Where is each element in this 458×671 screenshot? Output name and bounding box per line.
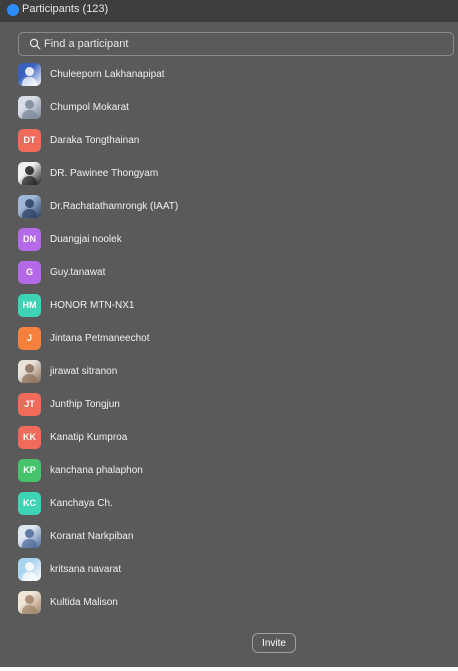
- participant-row[interactable]: J Jintana Petmaneechot: [0, 323, 458, 356]
- avatar-silhouette-icon: [25, 199, 34, 208]
- participant-row[interactable]: KC Kanchaya Ch.: [0, 488, 458, 521]
- participant-row[interactable]: DN Duangjai noolek: [0, 224, 458, 257]
- participant-name: Jintana Petmaneechot: [50, 333, 150, 344]
- avatar-initials: J: [18, 327, 41, 350]
- avatar-silhouette-icon: [25, 67, 34, 76]
- avatar-initials: JT: [18, 393, 41, 416]
- participant-name: Kultida Malison: [50, 597, 118, 608]
- search-input[interactable]: [44, 33, 444, 55]
- avatar-photo: [18, 591, 41, 614]
- participant-name: kritsana navarat: [50, 564, 122, 575]
- participant-name: Chumpol Mokarat: [50, 102, 129, 113]
- avatar-photo: [18, 195, 41, 218]
- participant-row[interactable]: kritsana navarat: [0, 554, 458, 587]
- avatar-body-shape: [22, 374, 37, 383]
- avatar-initials: DT: [18, 129, 41, 152]
- search-icon: [29, 38, 41, 50]
- avatar-silhouette-icon: [25, 100, 34, 109]
- avatar-body-shape: [22, 209, 37, 218]
- avatar-photo: [18, 525, 41, 548]
- participant-row[interactable]: Chumpol Mokarat: [0, 92, 458, 125]
- participant-name: Kanchaya Ch.: [50, 498, 113, 509]
- participant-name: Junthip Tongjun: [50, 399, 120, 410]
- avatar-photo: [18, 96, 41, 119]
- avatar-body-shape: [22, 176, 37, 185]
- participant-name: Dr.Rachatathamrongk (IAAT): [50, 201, 179, 212]
- avatar-body-shape: [22, 110, 37, 119]
- participant-row[interactable]: Koranat Narkpiban: [0, 521, 458, 554]
- participant-row[interactable]: DR. Pawinee Thongyam: [0, 158, 458, 191]
- avatar-photo: [18, 360, 41, 383]
- avatar-photo: [18, 63, 41, 86]
- avatar-initials: KK: [18, 426, 41, 449]
- avatar-photo: [18, 558, 41, 581]
- avatar-silhouette-icon: [25, 562, 34, 571]
- avatar-initials: KC: [18, 492, 41, 515]
- avatar-silhouette-icon: [25, 364, 34, 373]
- participant-row[interactable]: KP kanchana phalaphon: [0, 455, 458, 488]
- participant-name: Guy.tanawat: [50, 267, 106, 278]
- avatar-silhouette-icon: [25, 529, 34, 538]
- participant-name: jirawat sitranon: [50, 366, 118, 377]
- avatar-initials: HM: [18, 294, 41, 317]
- avatar-silhouette-icon: [25, 595, 34, 604]
- participant-name: Duangjai noolek: [50, 234, 122, 245]
- avatar-body-shape: [22, 539, 37, 548]
- avatar-body-shape: [22, 605, 37, 614]
- participant-row[interactable]: Chuleeporn Lakhanapipat: [0, 59, 458, 92]
- avatar-silhouette-icon: [25, 166, 34, 175]
- participant-row[interactable]: JT Junthip Tongjun: [0, 389, 458, 422]
- search-box[interactable]: [18, 32, 454, 56]
- participants-panel: Participants (123) Chuleeporn Lakhanapip…: [0, 0, 458, 667]
- title-bar: Participants (123): [0, 0, 458, 22]
- participant-name: kanchana phalaphon: [50, 465, 143, 476]
- participant-row[interactable]: HM HONOR MTN-NX1: [0, 290, 458, 323]
- participant-name: Daraka Tongthainan: [50, 135, 140, 146]
- participant-name: HONOR MTN-NX1: [50, 300, 135, 311]
- avatar-initials: DN: [18, 228, 41, 251]
- avatar-body-shape: [22, 77, 37, 86]
- participant-name: Kanatip Kumproa: [50, 432, 128, 443]
- participant-row[interactable]: DT Daraka Tongthainan: [0, 125, 458, 158]
- participant-name: Koranat Narkpiban: [50, 531, 134, 542]
- app-logo-icon: [7, 4, 19, 16]
- participant-row[interactable]: G Guy.tanawat: [0, 257, 458, 290]
- avatar-photo: [18, 162, 41, 185]
- participant-name: Chuleeporn Lakhanapipat: [50, 69, 165, 80]
- participant-row[interactable]: Kultida Malison: [0, 587, 458, 620]
- participant-row[interactable]: jirawat sitranon: [0, 356, 458, 389]
- participant-name: DR. Pawinee Thongyam: [50, 168, 159, 179]
- avatar-body-shape: [22, 572, 37, 581]
- participant-row[interactable]: Dr.Rachatathamrongk (IAAT): [0, 191, 458, 224]
- avatar-initials: KP: [18, 459, 41, 482]
- participant-list: Chuleeporn Lakhanapipat Chumpol Mokarat DT…: [0, 59, 458, 620]
- panel-title: Participants (123): [22, 3, 109, 15]
- avatar-initials: G: [18, 261, 41, 284]
- invite-button[interactable]: Invite: [252, 633, 296, 653]
- participant-row[interactable]: KK Kanatip Kumproa: [0, 422, 458, 455]
